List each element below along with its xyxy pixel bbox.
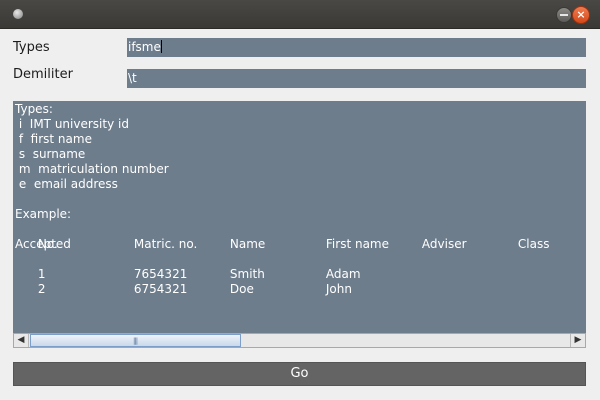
example-header-row: No. Matric. no. Name First name Adviser Class [15,222,586,251]
textarea-line: m matriculation number [15,162,169,176]
textarea-line: e email address [15,177,118,191]
textarea-line: f first name [15,132,92,146]
row-cell: John [325,282,352,296]
row-cell: 7654321 [133,267,188,281]
row-cell: Adam [325,267,361,281]
row-cell: 6754321 [133,282,188,296]
text-caret [160,40,162,53]
row-cell: 1 [37,267,46,281]
delimiter-input-value: \t [128,71,137,85]
delimiter-input[interactable]: \t [127,69,586,88]
horizontal-scrollbar[interactable]: ◀ ||| ▶ [13,333,586,348]
header-cell: First name [325,237,389,251]
row-cell: Smith [229,267,265,281]
row-cell: 2 [37,282,46,296]
header-cell: Name [229,237,266,251]
example-row: 1 7654321 Smith Adam [15,252,586,281]
scroll-right-arrow-icon[interactable]: ▶ [570,334,585,347]
textarea-line: Example: [15,207,72,221]
textarea-line: Types: [15,102,53,116]
instructions-textarea[interactable]: Types: i IMT university id f first name … [13,101,586,333]
go-button[interactable]: Go [13,362,586,386]
minimize-button[interactable] [556,7,572,23]
header-cell: Class [517,237,550,251]
types-input-value: ifsme [128,40,161,54]
types-input[interactable]: ifsme [127,38,586,57]
scroll-left-arrow-icon[interactable]: ◀ [14,334,29,347]
textarea-line [15,192,586,207]
textarea-line: s surname [15,147,86,161]
header-cell: Matric. no. [133,237,198,251]
close-button[interactable]: × [572,6,590,24]
grip-icon: ||| [133,337,138,345]
textarea-line: i IMT university id [15,117,129,131]
window-titlebar: × [0,0,600,29]
scrollbar-thumb[interactable]: ||| [30,334,241,347]
delimiter-label: Demiliter [13,67,73,82]
types-label: Types [13,40,50,55]
row-cell: Doe [229,282,254,296]
header-cell: Adviser [421,237,467,251]
window-menu-icon[interactable] [13,9,23,19]
